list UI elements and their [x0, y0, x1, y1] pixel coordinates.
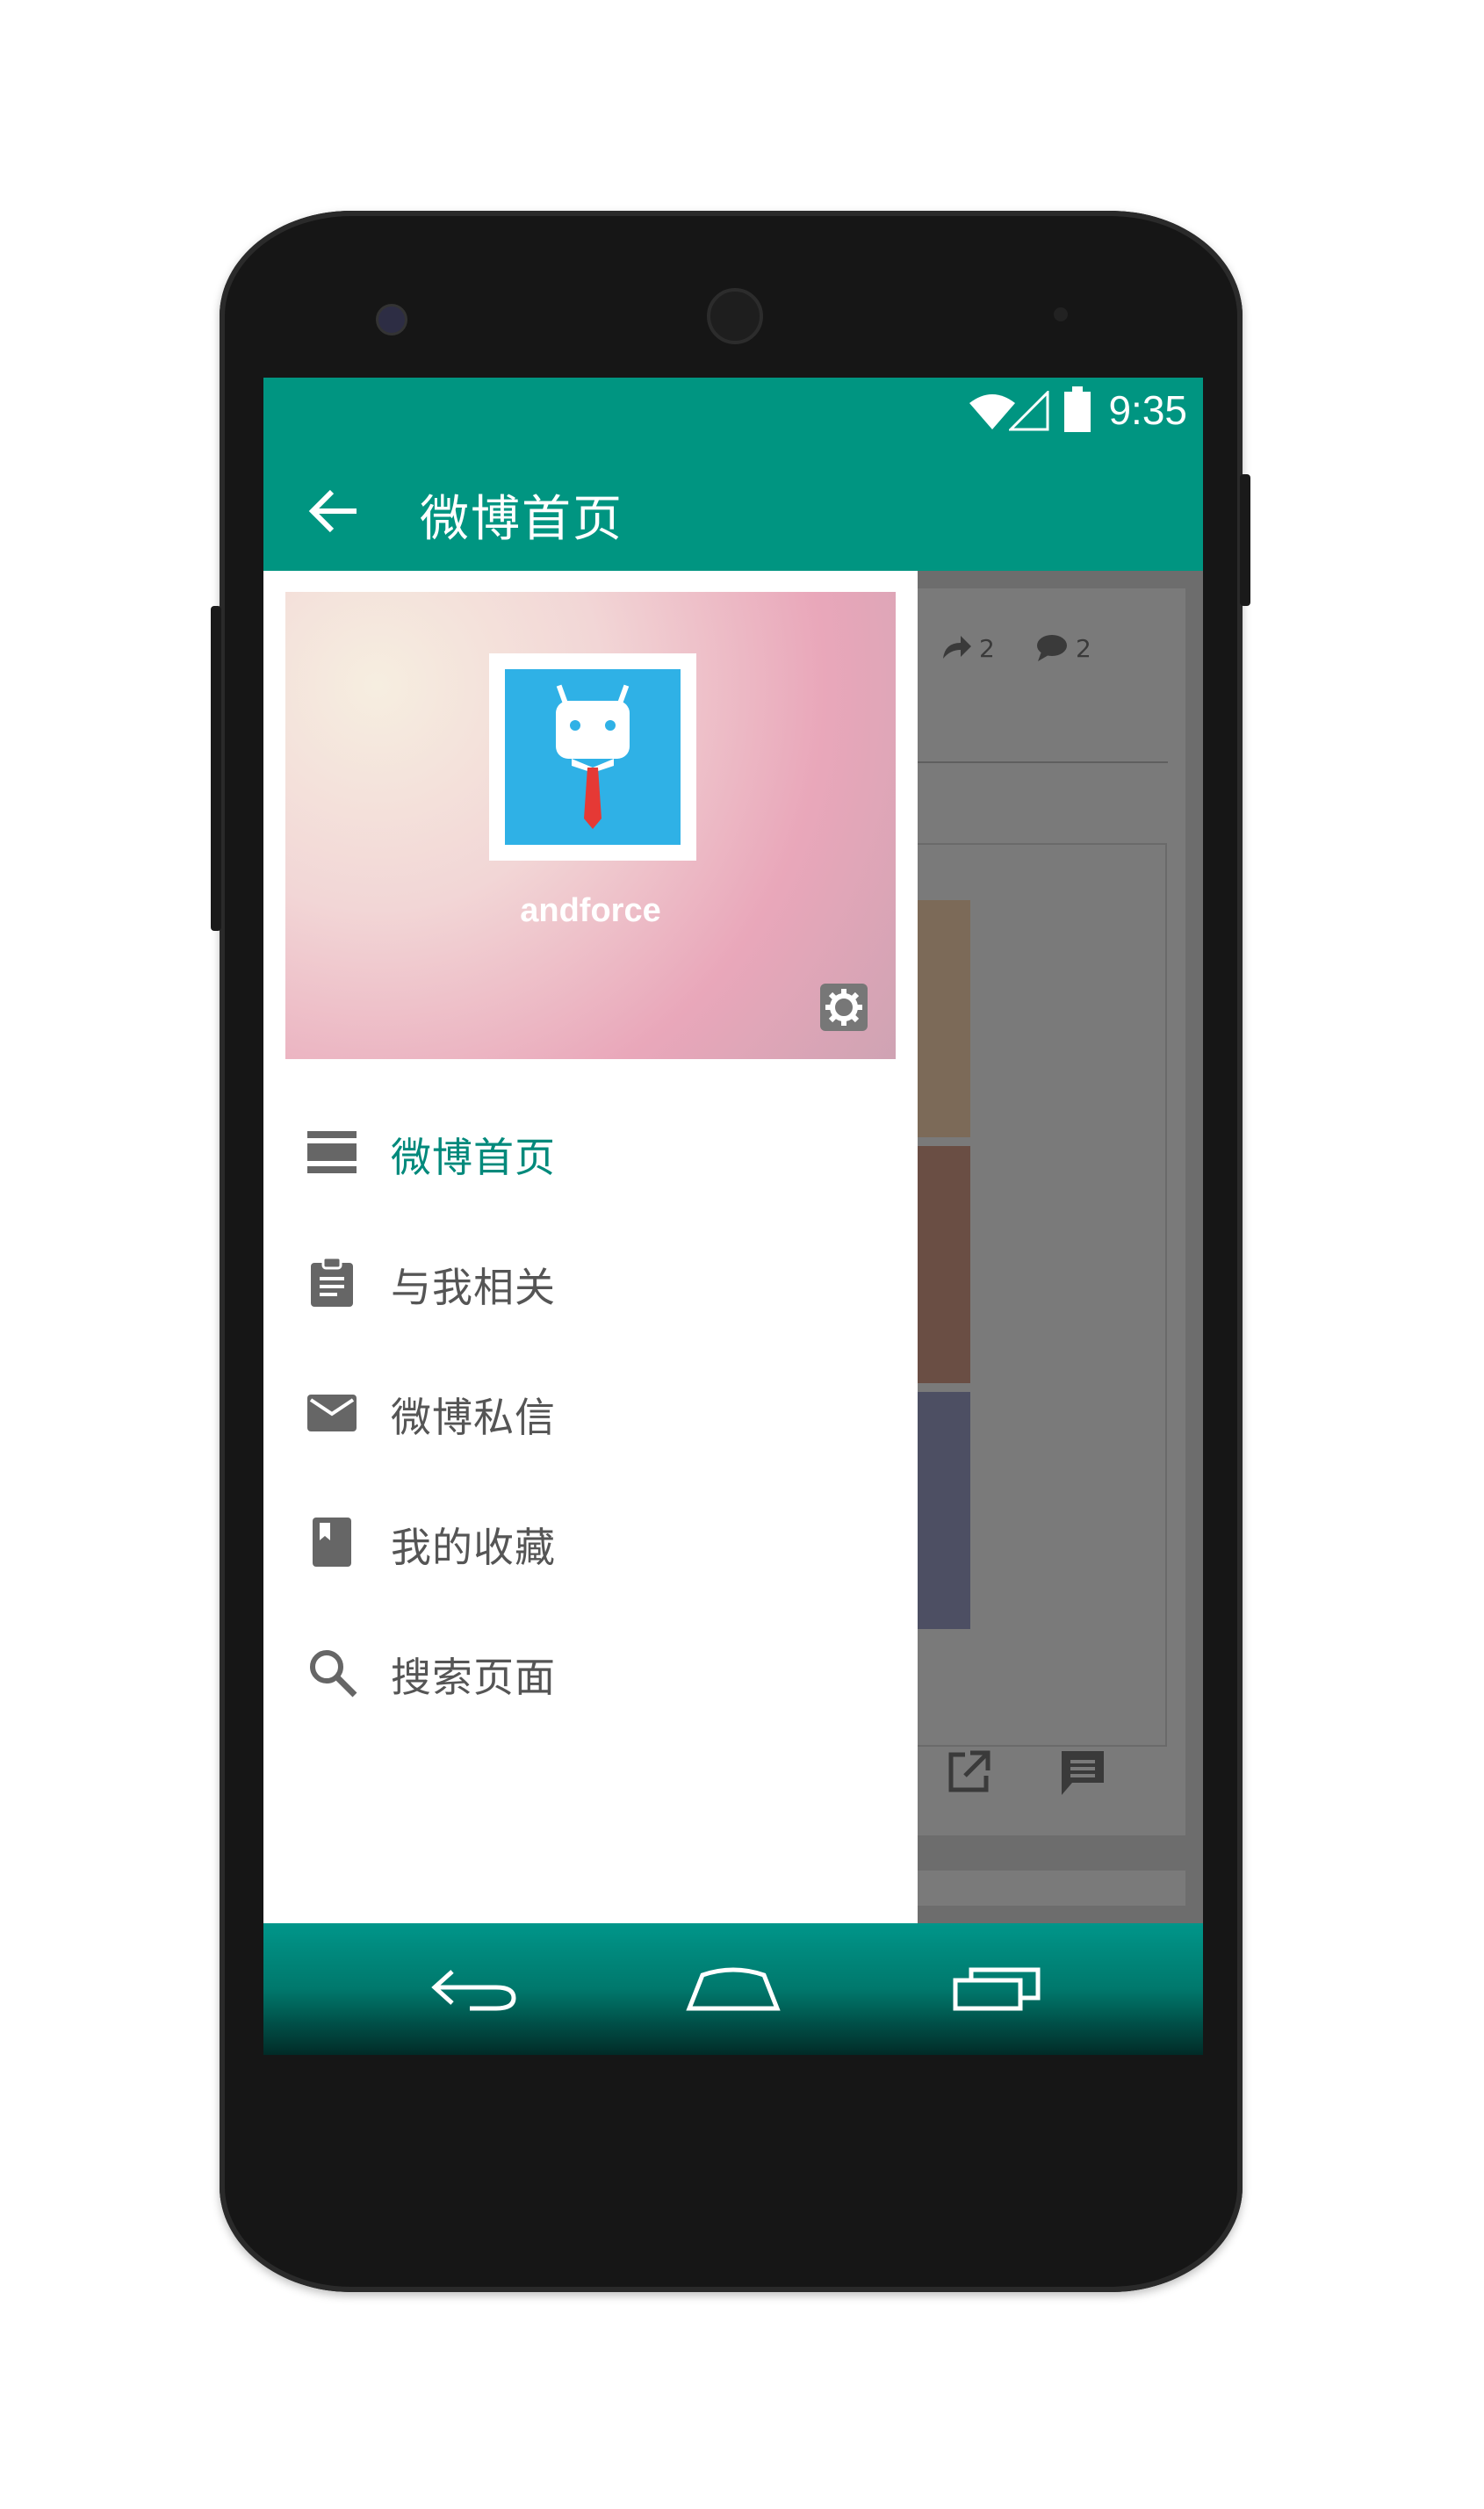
status-bar: 9:35	[263, 378, 1203, 448]
volume-button	[211, 606, 221, 931]
drawer-item-label: 与我相关	[391, 1264, 556, 1311]
drawer-item-label: 微博私信	[391, 1394, 556, 1441]
search-icon	[310, 1650, 357, 1698]
sensor	[1054, 307, 1068, 321]
drawer-item-search[interactable]: 搜索页面	[263, 1614, 918, 1728]
drawer-header: andforce	[285, 592, 896, 1059]
drawer-item-weibo-home[interactable]: 微博首页	[263, 1094, 918, 1208]
mail-icon	[307, 1395, 357, 1431]
view-list-icon	[307, 1131, 357, 1173]
screen: 9:35 微博首页 2 2 赚多	[263, 378, 1203, 2055]
clipboard-icon	[311, 1256, 353, 1307]
app-bar: 微博首页	[263, 448, 1203, 571]
earpiece	[707, 288, 763, 344]
drawer-item-label: 微博首页	[391, 1134, 556, 1181]
comment-icon	[1037, 635, 1067, 661]
nav-home-icon[interactable]	[685, 1963, 782, 2015]
username: andforce	[520, 892, 661, 929]
repost-icon	[943, 636, 971, 659]
battery-icon	[1064, 386, 1091, 432]
comment-count: 2	[1076, 634, 1091, 663]
drawer-item-label: 搜索页面	[391, 1654, 556, 1701]
comment-list-icon[interactable]	[1058, 1748, 1107, 1797]
drawer-item-label: 我的收藏	[391, 1524, 556, 1571]
system-nav-bar	[263, 1923, 1203, 2055]
status-time: 9:35	[1108, 387, 1187, 433]
drawer-item-mentions[interactable]: 与我相关	[263, 1224, 918, 1338]
avatar[interactable]	[489, 653, 696, 861]
drawer-item-favorites[interactable]: 我的收藏	[263, 1484, 918, 1598]
signal-icon	[1009, 391, 1049, 431]
nav-recents-icon[interactable]	[948, 1963, 1045, 2015]
power-button	[1240, 474, 1250, 606]
drawer-item-messages[interactable]: 微博私信	[263, 1354, 918, 1468]
bookmark-icon	[313, 1518, 351, 1567]
back-arrow-icon[interactable]	[307, 485, 360, 537]
navigation-drawer: andforce 微博首页 与我相关 微博私信 我的收藏 搜索页面	[263, 571, 918, 1923]
nav-back-icon[interactable]	[426, 1963, 522, 2015]
avatar-image	[505, 669, 681, 845]
repost-count: 2	[979, 634, 995, 663]
front-camera	[376, 304, 407, 335]
page-title: 微博首页	[420, 491, 623, 548]
robot-mascot-icon	[556, 684, 630, 829]
open-external-icon[interactable]	[944, 1748, 993, 1797]
settings-gear-icon[interactable]	[820, 984, 868, 1031]
